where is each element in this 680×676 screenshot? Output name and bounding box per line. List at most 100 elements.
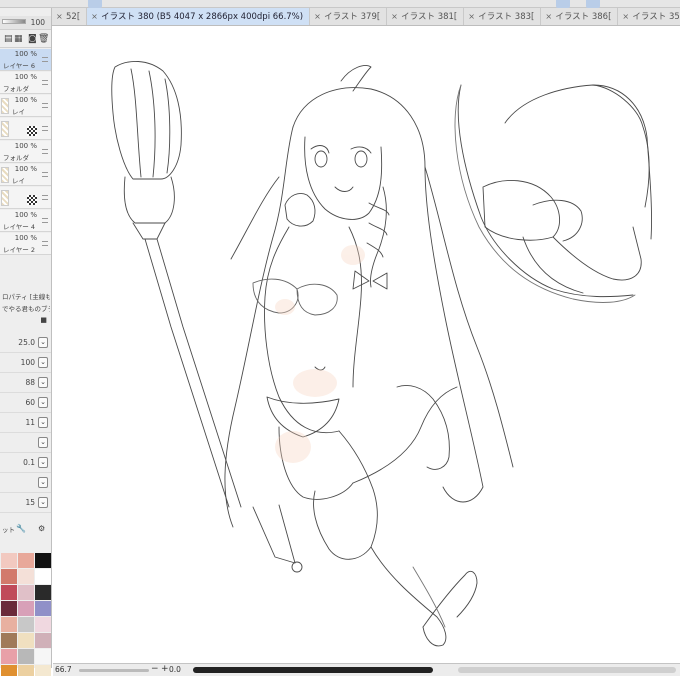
color-swatch[interactable] [18, 569, 34, 584]
layer-row[interactable]: 100 % レイ [0, 164, 51, 186]
drag-handle-icon[interactable] [42, 241, 48, 246]
drag-handle-icon[interactable] [42, 149, 48, 154]
chevron-down-icon[interactable]: ⌄ [38, 457, 48, 468]
color-swatch[interactable] [18, 617, 34, 632]
witch-sketch-illustration [111, 61, 652, 647]
chevron-down-icon[interactable]: ⌄ [38, 437, 48, 448]
color-swatch[interactable] [35, 553, 51, 568]
chevron-down-icon[interactable]: ⌄ [38, 497, 48, 508]
color-swatch[interactable] [1, 569, 17, 584]
drag-handle-icon[interactable] [42, 103, 48, 108]
tool-property-row[interactable]: 0.1 ⌄ [0, 453, 51, 473]
toolbar-selected-button-3[interactable] [586, 0, 600, 8]
tool-property-row[interactable]: 88 ⌄ [0, 373, 51, 393]
close-icon[interactable]: × [314, 8, 321, 25]
color-swatch[interactable] [1, 617, 17, 632]
tool-property-row[interactable]: 11 ⌄ [0, 413, 51, 433]
zoom-out-icon[interactable]: − [151, 664, 159, 674]
layer-row[interactable]: 100 % レイ [0, 95, 51, 117]
document-tabs: × 52[× イラスト 380 (B5 4047 x 2866px 400dpi 6… [52, 8, 680, 26]
color-swatch[interactable] [35, 617, 51, 632]
layer-row[interactable]: 100 % レイヤー 6 [0, 49, 51, 71]
close-icon[interactable]: × [91, 8, 98, 25]
document-tab[interactable]: × イラスト 381[ [387, 8, 465, 25]
zoom-value[interactable]: 66.7 [55, 665, 72, 674]
layer-row[interactable] [0, 187, 51, 209]
chevron-down-icon[interactable]: ⌄ [38, 477, 48, 488]
opacity-slider[interactable] [2, 19, 26, 24]
zoom-in-icon[interactable]: + [161, 664, 169, 674]
wrench-icon[interactable]: 🔧 [16, 524, 26, 533]
color-swatch[interactable] [18, 553, 34, 568]
close-icon[interactable]: × [545, 8, 552, 25]
tool-property-row[interactable]: 100 ⌄ [0, 353, 51, 373]
color-swatch[interactable] [1, 649, 17, 664]
chevron-down-icon[interactable]: ⌄ [38, 377, 48, 388]
drawing-canvas[interactable] [53, 27, 680, 663]
layer-row[interactable]: 100 % レイヤー 4 [0, 210, 51, 232]
layer-row[interactable]: 100 % レイヤー 2 [0, 233, 51, 255]
settings-icon[interactable]: ⚙ [38, 524, 45, 533]
document-tab[interactable]: × イラスト 379[ [310, 8, 388, 25]
color-swatch[interactable] [35, 665, 51, 676]
tool-property-row[interactable]: 15 ⌄ [0, 493, 51, 513]
drag-handle-icon[interactable] [42, 80, 48, 85]
color-swatch[interactable] [18, 585, 34, 600]
chevron-down-icon[interactable]: ⌄ [38, 417, 48, 428]
lock-icon[interactable]: ■ [40, 316, 47, 324]
chevron-down-icon[interactable]: ⌄ [38, 337, 48, 348]
color-swatch[interactable] [35, 633, 51, 648]
scroll-track[interactable] [458, 667, 676, 673]
color-swatch[interactable] [35, 585, 51, 600]
layer-thumbnail [1, 167, 9, 183]
layer-row[interactable] [0, 118, 51, 140]
layer-row[interactable]: 100 % フォルダ [0, 72, 51, 94]
tool-property-row[interactable]: ⌄ [0, 473, 51, 493]
drag-handle-icon[interactable] [42, 218, 48, 223]
color-swatch[interactable] [35, 601, 51, 616]
color-swatch[interactable] [35, 569, 51, 584]
document-tab[interactable]: × イラスト 386[ [541, 8, 619, 25]
color-swatch[interactable] [1, 633, 17, 648]
chevron-down-icon[interactable]: ⌄ [38, 397, 48, 408]
tool-property-row[interactable]: 25.0 ⌄ [0, 333, 51, 353]
color-swatch[interactable] [35, 649, 51, 664]
toolbar-selected-button-2[interactable] [556, 0, 570, 8]
color-swatch[interactable] [1, 601, 17, 616]
color-swatch[interactable] [1, 665, 17, 676]
rotation-value[interactable]: 0.0 [169, 665, 181, 674]
toolbar-selected-button[interactable] [88, 0, 102, 8]
mask-icon[interactable]: ▦ [14, 34, 23, 44]
close-icon[interactable]: × [391, 8, 398, 25]
drag-handle-icon[interactable] [42, 172, 48, 177]
chevron-down-icon[interactable]: ⌄ [38, 357, 48, 368]
color-swatch[interactable] [18, 649, 34, 664]
color-swatch[interactable] [18, 633, 34, 648]
color-swatch[interactable] [1, 585, 17, 600]
trash-icon[interactable]: 🗑 [38, 34, 49, 44]
property-title: ロパティ [主線も [2, 293, 50, 301]
zoom-slider[interactable] [79, 669, 149, 672]
opacity-row[interactable]: 100 [0, 16, 51, 30]
close-icon[interactable]: × [468, 8, 475, 25]
drag-handle-icon[interactable] [42, 126, 48, 131]
drag-handle-icon[interactable] [42, 195, 48, 200]
tool-property-row[interactable]: 60 ⌄ [0, 393, 51, 413]
record-icon[interactable]: ◙ [28, 34, 37, 44]
drag-handle-icon[interactable] [42, 57, 48, 62]
document-tab[interactable]: × イラスト 380 (B5 4047 x 2866px 400dpi 66.7%… [87, 8, 311, 25]
document-tab[interactable]: × 52[ [52, 8, 88, 25]
status-bar: 66.7 − + 0.0 [53, 663, 680, 676]
color-swatch[interactable] [18, 601, 34, 616]
color-swatch[interactable] [1, 553, 17, 568]
close-icon[interactable]: × [56, 8, 63, 25]
document-tab[interactable]: ×イラスト 354[ [618, 8, 680, 25]
layer-row[interactable]: 100 % フォルダ [0, 141, 51, 163]
color-swatch[interactable] [18, 665, 34, 676]
horizontal-scrollbar[interactable] [193, 667, 433, 673]
layer-opacity: 100 % [14, 211, 37, 219]
document-tab[interactable]: × イラスト 383[ [464, 8, 542, 25]
close-icon[interactable]: × [622, 8, 629, 25]
new-layer-icon[interactable]: ▤ [4, 34, 13, 44]
tool-property-row[interactable]: ⌄ [0, 433, 51, 453]
